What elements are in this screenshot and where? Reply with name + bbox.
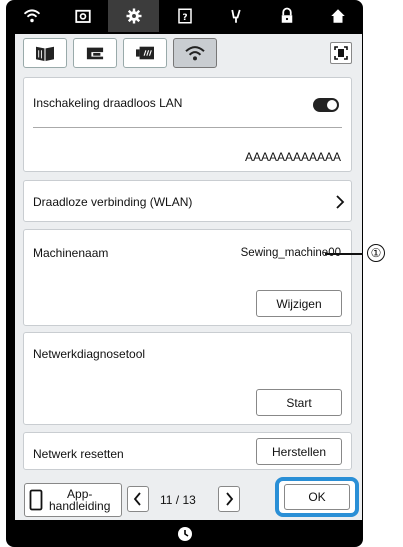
chevron-right-icon	[336, 195, 345, 209]
wireless-connection-row[interactable]: Draadloze verbinding (WLAN)	[23, 180, 352, 222]
topbar-camera-button[interactable]	[57, 0, 108, 32]
tab-sewing[interactable]	[73, 38, 117, 68]
chevron-right-icon	[226, 492, 234, 506]
phone-icon	[29, 489, 43, 511]
wifi-icon	[185, 46, 205, 61]
wlan-enable-label: Inschakeling draadloos LAN	[33, 96, 183, 110]
gear-icon	[126, 8, 141, 24]
toggle-knob	[327, 100, 337, 110]
wlan-toggle[interactable]	[313, 98, 339, 112]
tab-general[interactable]	[23, 38, 67, 68]
topbar-lock-button[interactable]	[261, 0, 312, 32]
settings-screen: Inschakeling draadloos LAN AAAAAAAAAAAA …	[15, 34, 362, 520]
device-frame: ? Inschakeling draadloos LAN AAAAAAAAAAA…	[6, 0, 363, 547]
settings-tabs	[23, 38, 217, 68]
topbar-sewing-button[interactable]	[210, 0, 261, 32]
ok-button[interactable]: OK	[284, 484, 350, 510]
wlan-panel: Inschakeling draadloos LAN AAAAAAAAAAAA	[23, 77, 352, 172]
topbar-wifi-button[interactable]	[6, 0, 57, 32]
bottom-navigation: App- handleiding 11 / 13 OK	[15, 475, 362, 519]
network-reset-panel: Netwerk resetten Herstellen	[23, 432, 352, 470]
change-name-button[interactable]: Wijzigen	[256, 290, 342, 317]
callout-line	[325, 253, 363, 255]
topbar-home-button[interactable]	[312, 0, 363, 32]
ok-highlight-frame: OK	[275, 477, 359, 517]
fit-screen-icon	[334, 46, 348, 60]
divider	[33, 127, 342, 128]
topbar-help-button[interactable]: ?	[159, 0, 210, 32]
machine-name-label: Machinenaam	[33, 246, 109, 260]
sewing-icon	[230, 9, 241, 23]
wireless-connection-label: Draadloze verbinding (WLAN)	[33, 195, 193, 209]
book-icon	[36, 46, 54, 62]
status-strip	[6, 521, 363, 547]
embroidery-icon	[136, 46, 154, 60]
clock-icon	[177, 527, 192, 541]
home-icon	[330, 9, 345, 23]
chevron-left-icon	[133, 492, 141, 506]
help-icon: ?	[177, 8, 192, 24]
reset-button[interactable]: Herstellen	[256, 438, 342, 465]
lock-icon	[281, 7, 292, 23]
fit-screen-button[interactable]	[330, 42, 352, 64]
app-manual-label: App- handleiding	[49, 487, 111, 513]
topbar-settings-button[interactable]	[108, 0, 159, 32]
ssid-value: AAAAAAAAAAAA	[244, 150, 341, 164]
camera-icon	[74, 9, 91, 23]
tab-wireless[interactable]	[173, 38, 217, 68]
prev-page-button[interactable]	[127, 486, 149, 512]
app-manual-button[interactable]: App- handleiding	[24, 483, 122, 517]
machine-name-panel: Machinenaam Sewing_machine00 Wijzigen	[23, 229, 352, 326]
callout-number: ①	[367, 244, 385, 262]
page-indicator: 11 / 13	[160, 493, 196, 507]
network-reset-label: Netwerk resetten	[33, 447, 124, 461]
network-diag-label: Netwerkdiagnosetool	[33, 347, 146, 361]
next-page-button[interactable]	[218, 486, 240, 512]
top-toolbar: ?	[6, 0, 363, 32]
tab-embroidery[interactable]	[123, 38, 167, 68]
svg-text:?: ?	[182, 13, 187, 23]
wifi-icon	[23, 9, 40, 23]
sewing-machine-icon	[86, 47, 104, 60]
start-diag-button[interactable]: Start	[256, 389, 342, 416]
network-diag-panel: Netwerkdiagnosetool Start	[23, 332, 352, 425]
